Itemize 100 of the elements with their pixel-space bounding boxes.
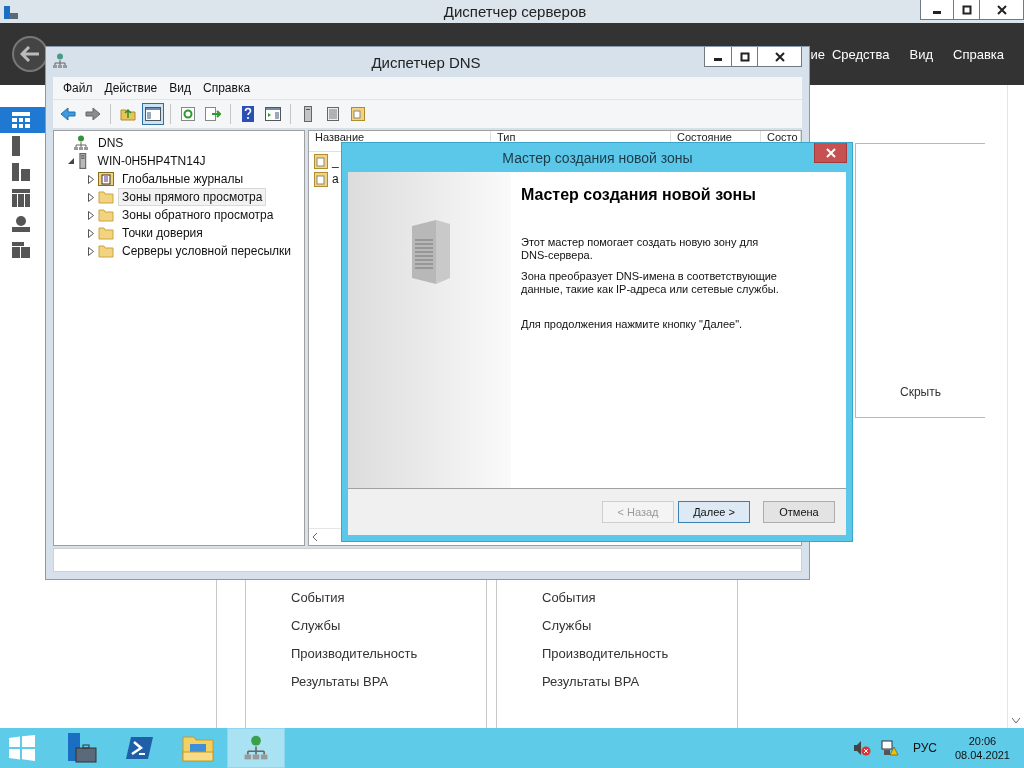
dialog-title: Мастер создания новой зоны <box>501 150 694 166</box>
export-list-icon <box>205 107 221 121</box>
close-icon <box>774 51 785 62</box>
zone-file-icon <box>314 171 328 187</box>
close-icon <box>825 147 836 158</box>
window-title: Диспетчер DNS <box>370 54 482 71</box>
expand-arrow-icon[interactable] <box>88 228 94 238</box>
menu-item[interactable]: Средства <box>831 46 890 62</box>
wizard-text: Для продолжения нажмите кнопку "Далее". <box>521 318 744 331</box>
wizard-text: Зона преобразует DNS-имена в соответствующие данные, такие как IP-адреса или сетевые службы. <box>521 270 780 296</box>
cluster-icon <box>12 189 30 207</box>
wizard-button[interactable]: Отмена <box>763 501 835 523</box>
toolbar-button[interactable] <box>142 103 164 125</box>
files-icon <box>12 242 30 258</box>
dns-icon <box>53 53 67 69</box>
folder-icon <box>98 226 114 240</box>
folder-up-icon <box>120 107 136 121</box>
zone-name[interactable]: _ <box>332 154 339 168</box>
sidebar-item[interactable] <box>0 107 45 133</box>
tile-link[interactable]: Результаты BPA <box>542 674 737 690</box>
maximize-icon <box>961 4 972 15</box>
tile-link[interactable]: Службы <box>291 618 486 634</box>
hide-link[interactable]: Скрыть <box>900 385 941 399</box>
servers-icon <box>12 163 30 181</box>
network-icon <box>12 216 30 232</box>
tile-link[interactable]: Результаты BPA <box>291 674 486 690</box>
windows-logo-icon <box>9 735 35 761</box>
server-icon <box>12 136 20 156</box>
zone-name[interactable]: a <box>332 172 339 186</box>
minimize-button[interactable] <box>920 0 954 20</box>
expand-arrow-icon[interactable] <box>88 246 94 256</box>
expand-arrow-icon[interactable] <box>88 210 94 220</box>
tile-link[interactable]: Производительность <box>291 646 486 662</box>
expand-arrow-icon[interactable] <box>88 192 94 202</box>
server-icon <box>304 106 312 122</box>
back-arrow-icon <box>60 107 76 121</box>
folder-icon <box>182 734 214 762</box>
tree-item[interactable]: WIN-0H5HP4TN14J <box>93 152 210 170</box>
tree-item[interactable]: Зоны прямого просмотра <box>118 188 267 206</box>
forward-arrow-icon <box>85 107 101 121</box>
tree-item[interactable]: Серверы условной пересылки <box>118 242 296 260</box>
tree-item[interactable]: Точки доверия <box>118 224 207 242</box>
window-title: Диспетчер серверов <box>442 3 588 20</box>
menu-item[interactable]: ие <box>810 46 825 62</box>
dns-icon <box>74 135 88 151</box>
tile-link[interactable]: События <box>542 590 737 606</box>
scroll-down-icon <box>1012 718 1020 724</box>
scroll-left-icon <box>312 533 318 541</box>
tile-link[interactable]: Производительность <box>542 646 737 662</box>
muted-speaker-icon[interactable] <box>852 740 871 756</box>
wizard-text: Этот мастер помогает создать новую зону для DNS-сервера. <box>521 236 760 262</box>
back-button[interactable] <box>12 36 48 72</box>
collapse-arrow-icon[interactable] <box>67 157 75 165</box>
list-icon <box>327 107 339 121</box>
network-warning-icon[interactable] <box>880 740 899 756</box>
tree-item[interactable]: Глобальные журналы <box>118 170 248 188</box>
folder-icon <box>98 244 114 258</box>
maximize-icon <box>739 51 750 62</box>
time-text: 20:06 <box>968 734 997 748</box>
server-toolbox-icon <box>66 732 98 764</box>
maximize-button[interactable] <box>953 0 980 20</box>
minimize-button[interactable] <box>704 47 732 67</box>
language-indicator[interactable]: РУС <box>912 741 937 755</box>
clock[interactable]: 20:06 08.04.2021 <box>954 734 1010 762</box>
folder-icon <box>98 208 114 222</box>
powershell-icon <box>126 736 154 760</box>
tree-pane-icon <box>145 107 161 121</box>
folder-icon <box>98 190 114 204</box>
close-button[interactable] <box>757 47 802 67</box>
date-text: 08.04.2021 <box>954 748 1010 762</box>
menu-item[interactable]: Вид <box>163 81 197 95</box>
server-icon <box>78 153 88 169</box>
refresh-icon <box>181 107 195 121</box>
menu-item[interactable]: Справка <box>953 46 1004 62</box>
log-icon <box>98 172 114 186</box>
minimize-icon <box>714 58 722 61</box>
zone-file-icon <box>314 153 328 169</box>
dashboard-icon <box>12 112 30 128</box>
dns-icon <box>244 735 268 761</box>
zone-icon <box>351 107 365 121</box>
help-icon <box>242 106 254 122</box>
menu-item[interactable]: Справка <box>197 81 257 95</box>
close-button[interactable] <box>979 0 1024 20</box>
menu-item[interactable]: Файл <box>57 81 99 95</box>
menu-item[interactable]: Вид <box>909 46 933 62</box>
tree-item[interactable]: Зоны обратного просмотра <box>118 206 278 224</box>
wizard-button[interactable]: Далее > <box>678 501 750 523</box>
tile-link[interactable]: События <box>291 590 486 606</box>
tree-item[interactable]: DNS <box>94 134 128 152</box>
expand-arrow-icon[interactable] <box>88 174 94 184</box>
back-arrow-icon <box>20 46 40 62</box>
close-icon <box>996 4 1007 15</box>
tile-link[interactable]: Службы <box>542 618 737 634</box>
close-button[interactable] <box>814 143 847 163</box>
maximize-button[interactable] <box>731 47 758 67</box>
minimize-icon <box>933 11 941 14</box>
wizard-heading: Мастер создания новой зоны <box>521 186 757 204</box>
server-manager-icon <box>3 3 19 20</box>
action-pane-icon <box>265 107 281 121</box>
menu-item[interactable]: Действие <box>98 81 164 95</box>
